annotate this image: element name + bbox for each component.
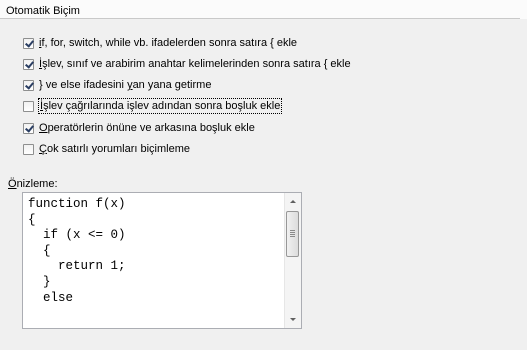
preview-code: function f(x) { if (x <= 0) { return 1; … — [28, 197, 126, 305]
vertical-scrollbar[interactable] — [284, 193, 301, 328]
preview-code-box[interactable]: function f(x) { if (x <= 0) { return 1; … — [22, 192, 302, 329]
option-space-after-function-name[interactable]: İşlev çağrılarında işlev adından sonra b… — [23, 98, 283, 114]
checkbox-newline-after-control[interactable] — [23, 37, 34, 49]
option-newline-after-function[interactable]: İşlev, sınıf ve arabirim anahtar kelimel… — [23, 56, 351, 72]
checkbox-space-around-operators[interactable] — [23, 122, 34, 134]
option-label: } ve else ifadesini yan yana getirme — [39, 79, 212, 91]
checkbox-else-same-line[interactable] — [23, 79, 34, 91]
checkbox-no-format-multiline-comments[interactable] — [23, 143, 34, 155]
option-space-around-operators[interactable]: Operatörlerin önüne ve arkasına boşluk e… — [23, 120, 255, 136]
option-label: İşlev, sınıf ve arabirim anahtar kelimel… — [39, 58, 351, 70]
option-newline-after-control[interactable]: if, for, switch, while vb. ifadelerden s… — [23, 35, 297, 51]
checkbox-newline-after-function[interactable] — [23, 58, 34, 70]
option-label: İşlev çağrılarında işlev adından sonra b… — [37, 98, 283, 114]
scroll-up-arrow-icon[interactable] — [285, 193, 301, 210]
group-header: Otomatik Biçim — [0, 0, 527, 19]
scroll-thumb[interactable] — [286, 211, 299, 257]
option-label: if, for, switch, while vb. ifadelerden s… — [39, 37, 298, 49]
scroll-down-arrow-icon[interactable] — [285, 311, 301, 328]
option-label: Operatörlerin önüne ve arkasına boşluk e… — [39, 122, 255, 134]
option-no-format-multiline-comments[interactable]: Çok satırlı yorumları biçimleme — [23, 141, 190, 157]
option-else-same-line[interactable]: } ve else ifadesini yan yana getirme — [23, 77, 211, 93]
preview-label: Önizleme: — [8, 178, 58, 190]
checkbox-space-after-function-name[interactable] — [23, 100, 34, 112]
option-label: Çok satırlı yorumları biçimleme — [39, 143, 190, 155]
group-divider — [0, 18, 520, 19]
group-title: Otomatik Biçim — [6, 5, 80, 17]
